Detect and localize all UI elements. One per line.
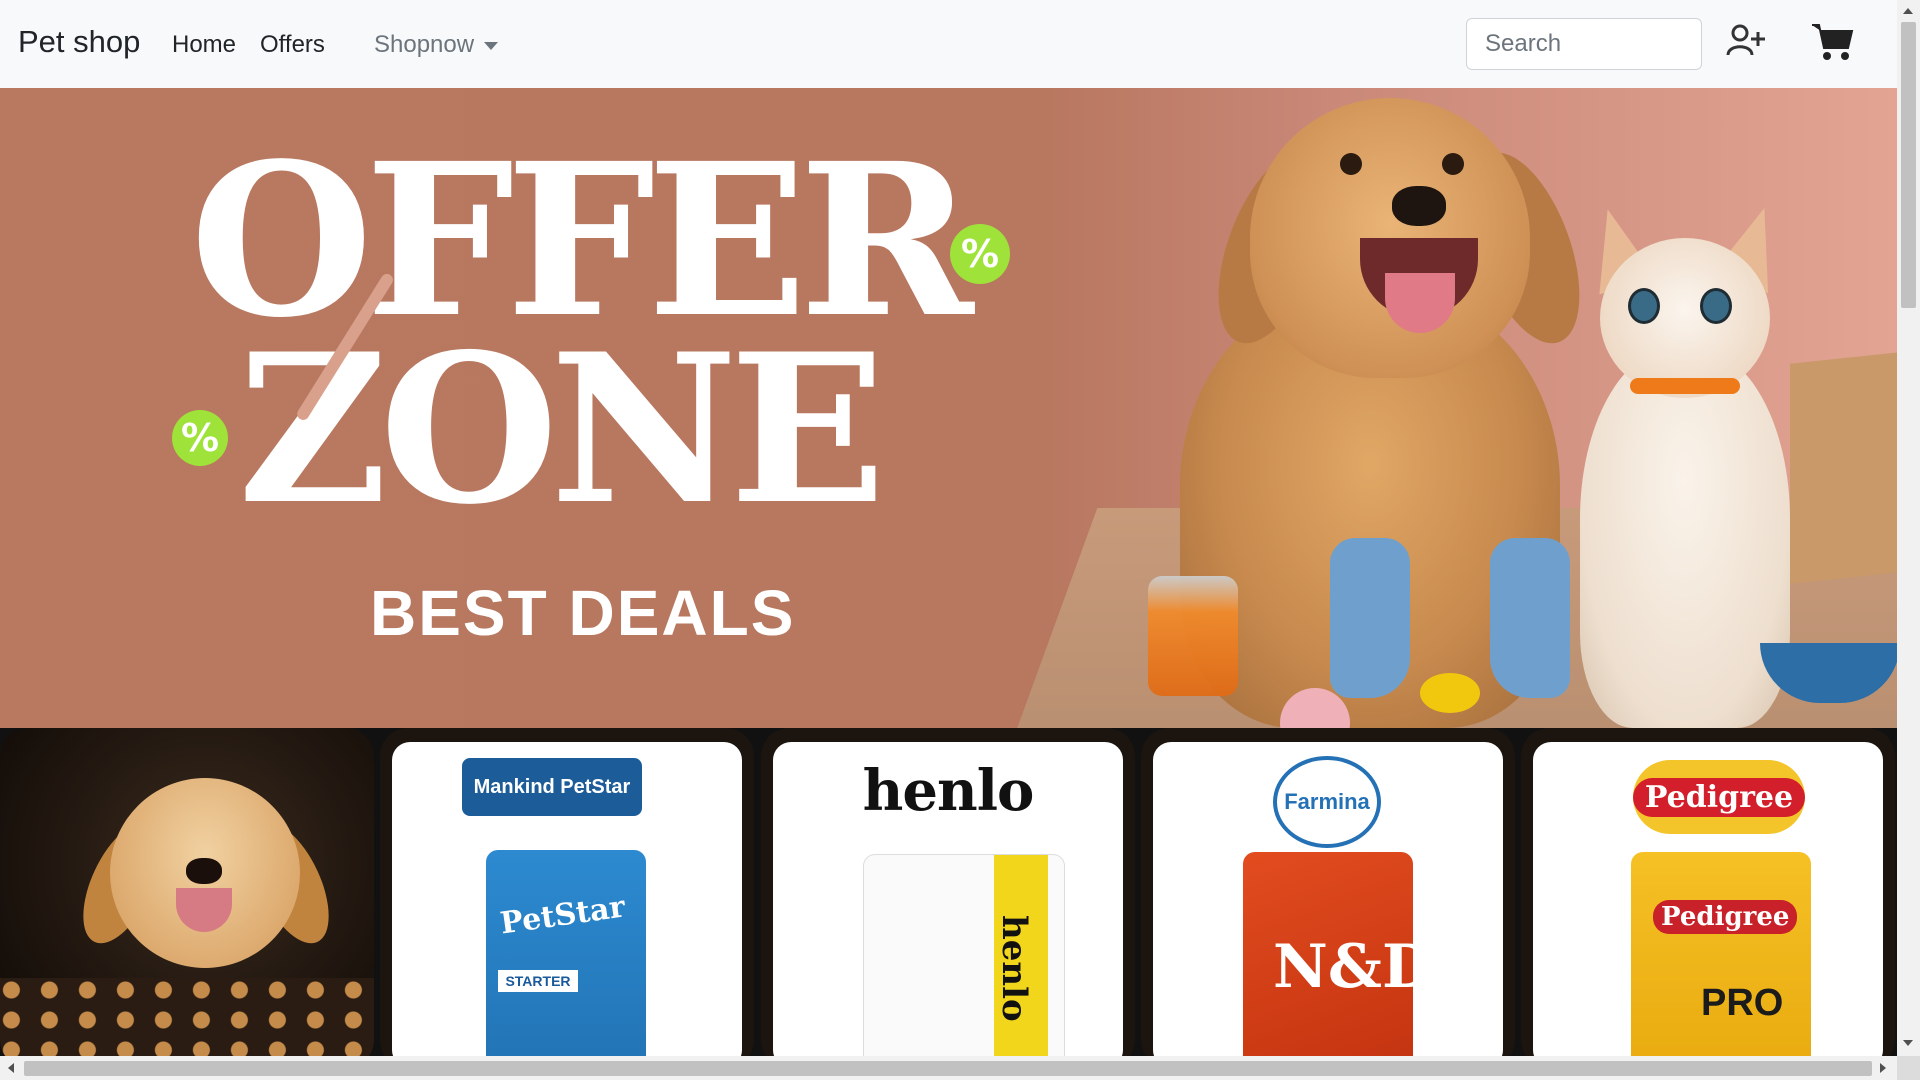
product-card-puppy[interactable]	[0, 728, 374, 1056]
nav-link-offers[interactable]: Offers	[260, 31, 325, 59]
product-card-inner: Farmina N&D	[1153, 742, 1503, 1056]
nav-dropdown-label: Shopnow	[374, 31, 475, 58]
brand-logo-petstar: Mankind PetStar	[462, 758, 642, 816]
product-card-henlo[interactable]: henlo henlo	[761, 728, 1135, 1056]
brand-logo-farmina: Farmina	[1273, 756, 1381, 848]
brand-logo-pedigree: Pedigree	[1632, 760, 1806, 834]
caret-down-icon	[484, 42, 499, 50]
kibble-pile	[0, 978, 374, 1056]
brand-name: Mankind PetStar	[473, 775, 631, 798]
product-card-petstar[interactable]: Mankind PetStar PetStar STARTER	[380, 728, 754, 1056]
user-plus-icon[interactable]	[1726, 24, 1766, 63]
product-pack-petstar: PetStar STARTER	[486, 850, 646, 1056]
scroll-left-arrow-icon[interactable]	[8, 1063, 14, 1073]
pack-label: Pedigree	[1653, 900, 1798, 934]
hero-banner[interactable]: OFFER ZONE % % BEST DEALS	[0, 88, 1897, 728]
treat-jar	[1148, 576, 1238, 696]
paper-bag	[1790, 352, 1897, 584]
search-input[interactable]	[1466, 18, 1702, 70]
product-card-pedigree[interactable]: Pedigree Pedigree PRO	[1521, 728, 1895, 1056]
scroll-up-arrow-icon[interactable]	[1903, 8, 1913, 14]
horizontal-scroll-thumb[interactable]	[24, 1061, 1872, 1076]
horizontal-scrollbar[interactable]	[0, 1056, 1897, 1080]
scrollbar-corner	[1897, 1056, 1920, 1080]
nav-dropdown-shopnow[interactable]: Shopnow	[374, 31, 499, 59]
sock	[1490, 538, 1570, 698]
pack-tag: STARTER	[498, 970, 578, 992]
pack-label: henlo	[994, 915, 1034, 1022]
puppy-nose	[186, 858, 222, 884]
product-carousel: Mankind PetStar PetStar STARTER henlo he…	[0, 728, 1897, 1056]
product-pack-pedigree: Pedigree PRO	[1631, 852, 1811, 1056]
vertical-scroll-thumb[interactable]	[1901, 22, 1916, 308]
cat-eye	[1628, 288, 1660, 324]
product-card-farmina[interactable]: Farmina N&D	[1141, 728, 1515, 1056]
toy	[1420, 673, 1480, 713]
nav-link-home[interactable]: Home	[172, 31, 236, 59]
cat-eye	[1700, 288, 1732, 324]
hero-subheadline: BEST DEALS	[370, 577, 796, 649]
navbar: Pet shop Home Offers Shopnow	[0, 0, 1897, 88]
product-card-inner: henlo henlo	[773, 742, 1123, 1056]
pack-label: PetStar	[498, 889, 628, 942]
dog-eye	[1340, 153, 1362, 175]
hero-headline-offer: OFFER	[190, 117, 974, 364]
product-pack-nd: N&D	[1243, 852, 1413, 1056]
dog-nose	[1392, 186, 1446, 226]
brand-logo[interactable]: Pet shop	[18, 24, 140, 60]
cat-body	[1580, 348, 1790, 728]
brand-name: Pedigree	[1632, 777, 1806, 817]
product-pack-henlo: henlo	[863, 854, 1065, 1056]
cat-head	[1600, 238, 1770, 398]
vertical-scrollbar[interactable]	[1897, 0, 1920, 1056]
scroll-down-arrow-icon[interactable]	[1903, 1040, 1913, 1046]
percent-badge-icon: %	[950, 224, 1010, 284]
percent-badge-icon: %	[172, 410, 228, 466]
pack-label: N&D	[1273, 932, 1413, 1002]
product-card-inner: Pedigree Pedigree PRO	[1533, 742, 1883, 1056]
dog-eye	[1442, 153, 1464, 175]
scroll-right-arrow-icon[interactable]	[1880, 1063, 1886, 1073]
cat-collar	[1630, 378, 1740, 394]
sock	[1330, 538, 1410, 698]
pack-sub-label: PRO	[1701, 982, 1784, 1024]
cart-icon[interactable]	[1810, 22, 1854, 67]
product-card-inner: Mankind PetStar PetStar STARTER	[392, 742, 742, 1056]
brand-logo-henlo: henlo	[862, 758, 1035, 824]
